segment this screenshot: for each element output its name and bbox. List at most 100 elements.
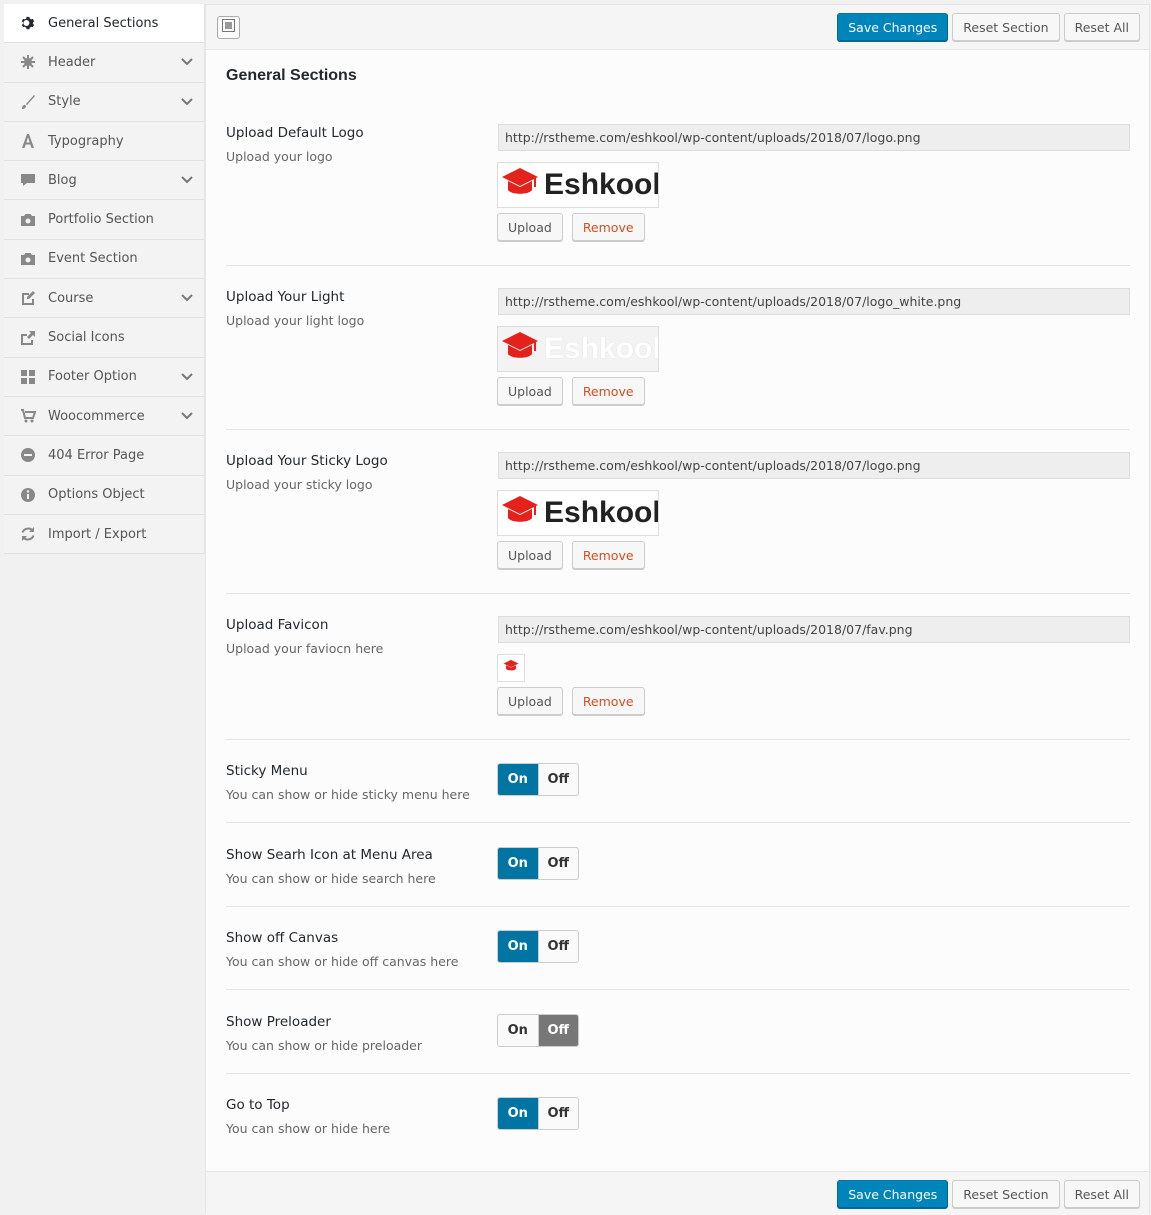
upload-default-logo-row: Upload Default Logo Upload your logo htt… bbox=[226, 124, 1130, 266]
graduation-cap-icon bbox=[501, 494, 539, 532]
toggle-off[interactable]: Off bbox=[539, 931, 579, 962]
upload-sticky-logo-row: Upload Your Sticky Logo Upload your stic… bbox=[226, 452, 1130, 594]
cart-icon bbox=[18, 406, 38, 426]
expand-toggle-button[interactable] bbox=[217, 16, 240, 39]
logo-text: Eshkool bbox=[544, 496, 659, 529]
upload-button[interactable]: Upload bbox=[497, 541, 563, 569]
sidebar-item-woocommerce[interactable]: Woocommerce bbox=[4, 397, 204, 437]
sidebar-item-options-object[interactable]: Options Object bbox=[4, 476, 204, 515]
info-icon bbox=[18, 485, 38, 505]
sticky-menu-toggle[interactable]: On Off bbox=[497, 763, 579, 796]
logo-text: Eshkool bbox=[544, 168, 659, 201]
upload-button[interactable]: Upload bbox=[497, 377, 563, 405]
light-logo-preview: Eshkool bbox=[497, 326, 659, 372]
sidebar-item-label: Portfolio Section bbox=[48, 212, 154, 228]
field-description: You can show or hide preloader bbox=[226, 1038, 423, 1053]
toggle-on[interactable]: On bbox=[498, 931, 539, 962]
sidebar-item-general-sections[interactable]: General Sections bbox=[4, 4, 204, 44]
remove-button[interactable]: Remove bbox=[571, 541, 645, 569]
off-canvas-toggle[interactable]: On Off bbox=[497, 930, 579, 963]
sidebar-item-label: Import / Export bbox=[48, 526, 147, 542]
field-label: Show Preloader bbox=[226, 1014, 331, 1030]
chevron-down-icon bbox=[180, 409, 194, 423]
sidebar-item-label: Footer Option bbox=[48, 369, 137, 385]
bottom-action-buttons: Save Changes Reset Section Reset All bbox=[837, 1180, 1140, 1208]
top-toolbar: Save Changes Reset Section Reset All bbox=[206, 5, 1149, 50]
go-to-top-toggle[interactable]: On Off bbox=[497, 1097, 579, 1130]
sidebar-item-label: Event Section bbox=[48, 251, 138, 267]
sidebar-item-event-section[interactable]: Event Section bbox=[4, 240, 204, 280]
toggle-off[interactable]: Off bbox=[539, 764, 579, 795]
sidebar-item-import-export[interactable]: Import / Export bbox=[4, 515, 204, 555]
upload-favicon-row: Upload Favicon Upload your faviocn here … bbox=[226, 616, 1130, 740]
upload-actions: Upload Remove bbox=[497, 541, 645, 569]
field-description: Upload your sticky logo bbox=[226, 477, 373, 492]
save-changes-button[interactable]: Save Changes bbox=[837, 13, 949, 41]
save-changes-button[interactable]: Save Changes bbox=[837, 1180, 949, 1208]
chevron-down-icon bbox=[180, 55, 194, 69]
preloader-toggle[interactable]: On Off bbox=[497, 1014, 579, 1047]
sticky-menu-row: Sticky Menu You can show or hide sticky … bbox=[226, 763, 1130, 823]
reset-section-button[interactable]: Reset Section bbox=[952, 1180, 1060, 1208]
sidebar-item-course[interactable]: Course bbox=[4, 279, 204, 319]
field-description: Upload your light logo bbox=[226, 313, 365, 328]
toggle-off[interactable]: Off bbox=[538, 1015, 578, 1046]
sidebar-item-social-icons[interactable]: Social Icons bbox=[4, 318, 204, 358]
toggle-off[interactable]: Off bbox=[539, 848, 579, 879]
options-sidebar: General Sections Header Style Typography… bbox=[4, 4, 205, 555]
search-icon-row: Show Searh Icon at Menu Area You can sho… bbox=[226, 847, 1130, 907]
reset-section-button[interactable]: Reset Section bbox=[952, 13, 1060, 41]
toggle-on[interactable]: On bbox=[498, 1015, 539, 1046]
toggle-on[interactable]: On bbox=[498, 1098, 539, 1129]
field-label: Upload Favicon bbox=[226, 617, 329, 633]
field-label: Show off Canvas bbox=[226, 930, 339, 946]
sidebar-item-label: Blog bbox=[48, 172, 77, 188]
toggle-off[interactable]: Off bbox=[539, 1098, 579, 1129]
camera-icon bbox=[18, 249, 38, 269]
sidebar-item-header[interactable]: Header bbox=[4, 43, 204, 83]
light-logo-url-input[interactable]: http://rstheme.com/eshkool/wp-content/up… bbox=[498, 288, 1130, 315]
toggle-on[interactable]: On bbox=[498, 848, 539, 879]
remove-button[interactable]: Remove bbox=[571, 377, 645, 405]
brush-icon bbox=[18, 92, 38, 112]
logo-url-input[interactable]: http://rstheme.com/eshkool/wp-content/up… bbox=[498, 124, 1130, 151]
share-icon bbox=[18, 328, 38, 348]
preloader-row: Show Preloader You can show or hide prel… bbox=[226, 1014, 1130, 1074]
remove-button[interactable]: Remove bbox=[571, 687, 645, 715]
upload-actions: Upload Remove bbox=[497, 687, 645, 715]
sticky-logo-url-input[interactable]: http://rstheme.com/eshkool/wp-content/up… bbox=[498, 452, 1130, 479]
expand-icon bbox=[222, 19, 235, 36]
upload-light-logo-row: Upload Your Light Upload your light logo… bbox=[226, 288, 1130, 430]
favicon-preview bbox=[497, 654, 525, 682]
sidebar-item-404-error-page[interactable]: 404 Error Page bbox=[4, 436, 204, 476]
remove-button[interactable]: Remove bbox=[571, 213, 645, 241]
sidebar-item-label: Style bbox=[48, 94, 81, 110]
sidebar-item-footer-option[interactable]: Footer Option bbox=[4, 358, 204, 397]
upload-actions: Upload Remove bbox=[497, 377, 645, 405]
logo-preview: Eshkool bbox=[497, 162, 659, 208]
reset-all-button[interactable]: Reset All bbox=[1063, 13, 1140, 41]
field-label: Show Searh Icon at Menu Area bbox=[226, 847, 433, 863]
reset-all-button[interactable]: Reset All bbox=[1063, 1180, 1140, 1208]
search-icon-toggle[interactable]: On Off bbox=[497, 847, 579, 880]
sidebar-item-blog[interactable]: Blog bbox=[4, 161, 204, 201]
upload-button[interactable]: Upload bbox=[497, 213, 563, 241]
gear-icon bbox=[18, 13, 38, 33]
upload-button[interactable]: Upload bbox=[497, 687, 563, 715]
upload-actions: Upload Remove bbox=[497, 213, 645, 241]
chevron-down-icon bbox=[180, 95, 194, 109]
sidebar-item-label: Options Object bbox=[48, 487, 145, 503]
sidebar-item-style[interactable]: Style bbox=[4, 83, 204, 122]
sidebar-item-typography[interactable]: Typography bbox=[4, 122, 204, 162]
off-canvas-row: Show off Canvas You can show or hide off… bbox=[226, 930, 1130, 990]
field-description: You can show or hide sticky menu here bbox=[226, 787, 470, 802]
graduation-cap-icon bbox=[501, 166, 539, 204]
toggle-on[interactable]: On bbox=[498, 764, 539, 795]
edit-icon bbox=[18, 288, 38, 308]
sidebar-item-portfolio-section[interactable]: Portfolio Section bbox=[4, 200, 204, 240]
camera-icon bbox=[18, 210, 38, 230]
favicon-url-input[interactable]: http://rstheme.com/eshkool/wp-content/up… bbox=[498, 616, 1130, 643]
chevron-down-icon bbox=[180, 370, 194, 384]
refresh-icon bbox=[18, 524, 38, 544]
cog-icon bbox=[18, 52, 38, 72]
